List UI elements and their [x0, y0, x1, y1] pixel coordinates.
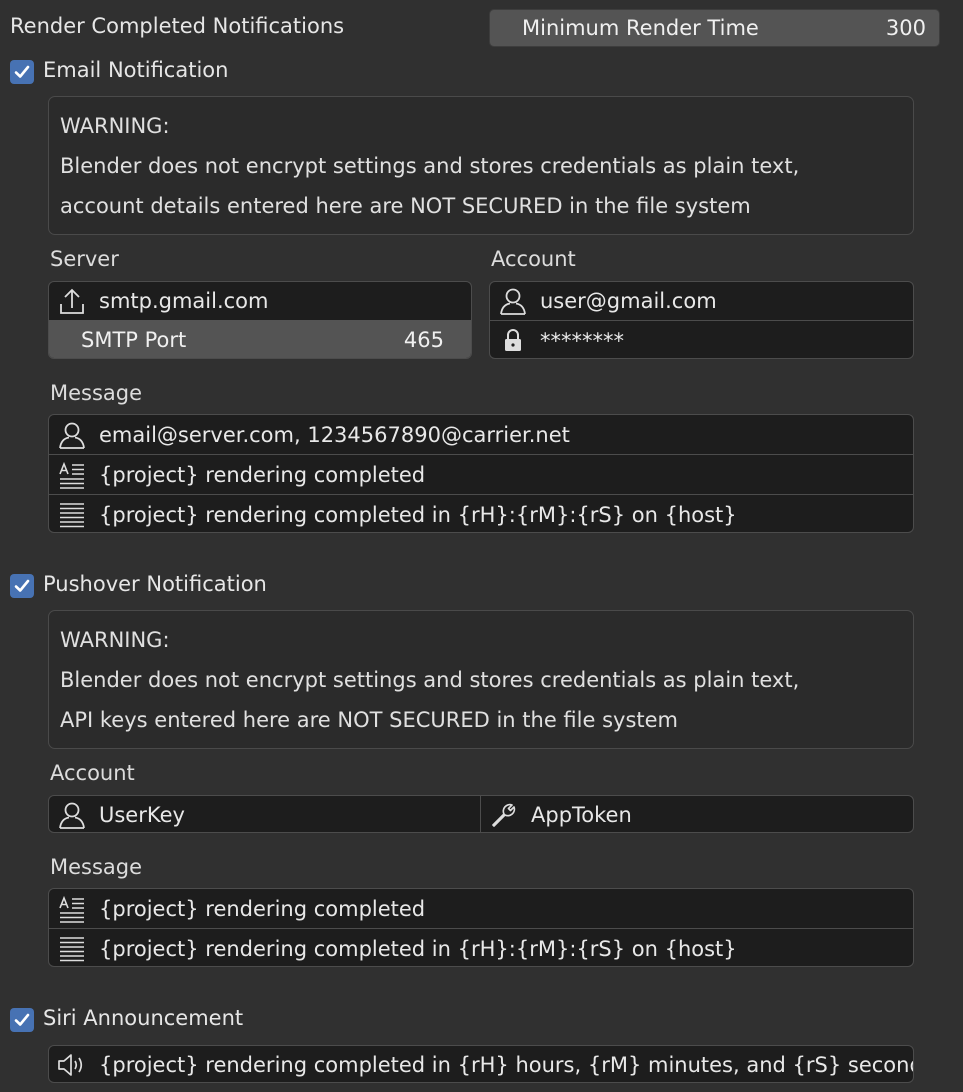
lock-icon [498, 326, 528, 356]
user-key-field[interactable]: UserKey [49, 796, 480, 832]
check-icon [14, 579, 30, 592]
email-message-label: Message [50, 381, 143, 405]
warning-line: account details entered here are NOT SEC… [60, 194, 751, 218]
server-group: smtp.gmail.com SMTP Port 465 [48, 281, 472, 359]
pushover-subject-field[interactable]: {project} rendering completed [49, 889, 913, 928]
account-password-value: ******** [540, 328, 624, 353]
siri-message-field[interactable]: {project} rendering completed in {rH} ho… [49, 1046, 914, 1082]
warning-line: Blender does not encrypt settings and st… [60, 154, 800, 178]
pushover-notification-checkbox[interactable] [10, 574, 34, 598]
warning-line: Blender does not encrypt settings and st… [60, 668, 800, 692]
account-user-value: user@gmail.com [540, 289, 717, 313]
recipients-field[interactable]: email@server.com, 1234567890@carrier.net [49, 415, 913, 454]
siri-message-value: {project} rendering completed in {rH} ho… [99, 1053, 914, 1077]
user-key-value: UserKey [99, 803, 185, 827]
text-lines-icon [57, 500, 87, 530]
user-icon [57, 800, 87, 830]
check-icon [14, 1013, 30, 1026]
subject-field[interactable]: {project} rendering completed [49, 455, 913, 494]
wrench-icon [489, 800, 519, 830]
siri-message-group: {project} rendering completed in {rH} ho… [48, 1045, 914, 1083]
email-account-group: user@gmail.com ******** [489, 281, 914, 359]
email-message-group: email@server.com, 1234567890@carrier.net… [48, 414, 914, 533]
email-notification-checkbox[interactable] [10, 60, 34, 84]
pushover-message-label: Message [50, 855, 143, 879]
user-icon [57, 420, 87, 450]
siri-announcement-checkbox[interactable] [10, 1008, 34, 1032]
user-icon [498, 286, 528, 316]
recipients-value: email@server.com, 1234567890@carrier.net [99, 422, 570, 447]
account-password-field[interactable]: ******** [490, 321, 913, 358]
warning-line: WARNING: [60, 628, 170, 652]
pushover-subject-value: {project} rendering completed [99, 896, 426, 921]
pushover-message-group: {project} rendering completed {project} … [48, 888, 914, 967]
warning-line: WARNING: [60, 114, 170, 138]
pushover-body-field[interactable]: {project} rendering completed in {rH}:{r… [49, 929, 913, 966]
account-user-field[interactable]: user@gmail.com [490, 282, 913, 320]
pushover-body-value: {project} rendering completed in {rH}:{r… [99, 936, 737, 961]
server-label: Server [50, 247, 119, 271]
check-icon [14, 65, 30, 78]
upload-icon [57, 286, 87, 316]
app-token-field[interactable]: AppToken [481, 796, 913, 832]
email-warning-box: WARNING: Blender does not encrypt settin… [48, 96, 914, 235]
smtp-port-value: 465 [403, 328, 444, 352]
server-value: smtp.gmail.com [99, 289, 269, 313]
siri-announcement-label: Siri Announcement [43, 1006, 244, 1030]
app-token-value: AppToken [531, 803, 632, 827]
pushover-account-group: UserKey AppToken [48, 795, 914, 833]
email-notification-label: Email Notification [43, 58, 229, 82]
text-align-icon [57, 460, 87, 490]
pushover-account-label: Account [50, 761, 135, 785]
body-field[interactable]: {project} rendering completed in {rH}:{r… [49, 495, 913, 532]
account-label: Account [491, 247, 576, 271]
pushover-notification-label: Pushover Notification [43, 572, 267, 596]
body-value: {project} rendering completed in {rH}:{r… [99, 502, 737, 527]
text-lines-icon [57, 934, 87, 964]
smtp-port-label: SMTP Port [81, 328, 187, 352]
minimum-render-time-label: Minimum Render Time [522, 16, 759, 40]
warning-line: API keys entered here are NOT SECURED in… [60, 708, 679, 732]
pushover-warning-box: WARNING: Blender does not encrypt settin… [48, 610, 914, 749]
text-align-icon [57, 894, 87, 924]
section-title: Render Completed Notifications [10, 14, 345, 38]
minimum-render-time-field[interactable]: Minimum Render Time 300 [489, 9, 940, 47]
subject-value: {project} rendering completed [99, 462, 426, 487]
speaker-icon [57, 1050, 87, 1080]
server-field[interactable]: smtp.gmail.com [49, 282, 471, 320]
minimum-render-time-value: 300 [885, 16, 926, 40]
smtp-port-field[interactable]: SMTP Port 465 [49, 320, 471, 358]
